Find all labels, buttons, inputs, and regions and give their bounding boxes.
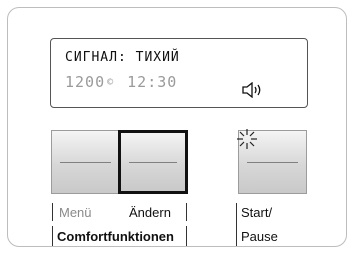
menu-label: Menü (59, 205, 92, 220)
change-label: Ändern (129, 205, 171, 220)
label-divider-start (236, 203, 237, 246)
display-time: 12:30 (127, 73, 178, 91)
display-status-text: СИГНАЛ: ТИХИЙ (65, 50, 180, 65)
lcd-display: СИГНАЛ: ТИХИЙ 1200 © 12:30 (50, 38, 308, 108)
display-degree-symbol: © (107, 76, 114, 88)
display-info-row: 1200 © 12:30 (65, 73, 177, 91)
label-divider-left (52, 203, 53, 221)
button-indicator-line (129, 162, 177, 163)
menu-button[interactable] (51, 130, 120, 194)
label-divider-left-lower (52, 226, 53, 246)
change-button[interactable] (118, 130, 188, 194)
comfort-functions-label: Comfortfunktionen (57, 229, 174, 244)
label-divider-right (186, 203, 187, 221)
start-label: Start/ (241, 205, 273, 220)
speaker-icon (242, 82, 261, 98)
pause-label: Pause (241, 229, 278, 244)
label-divider-right-lower (186, 226, 187, 246)
display-temperature: 1200 (65, 73, 106, 91)
button-indicator-line (60, 162, 111, 163)
button-indicator-line (247, 162, 298, 163)
sunburst-icon (237, 129, 257, 149)
